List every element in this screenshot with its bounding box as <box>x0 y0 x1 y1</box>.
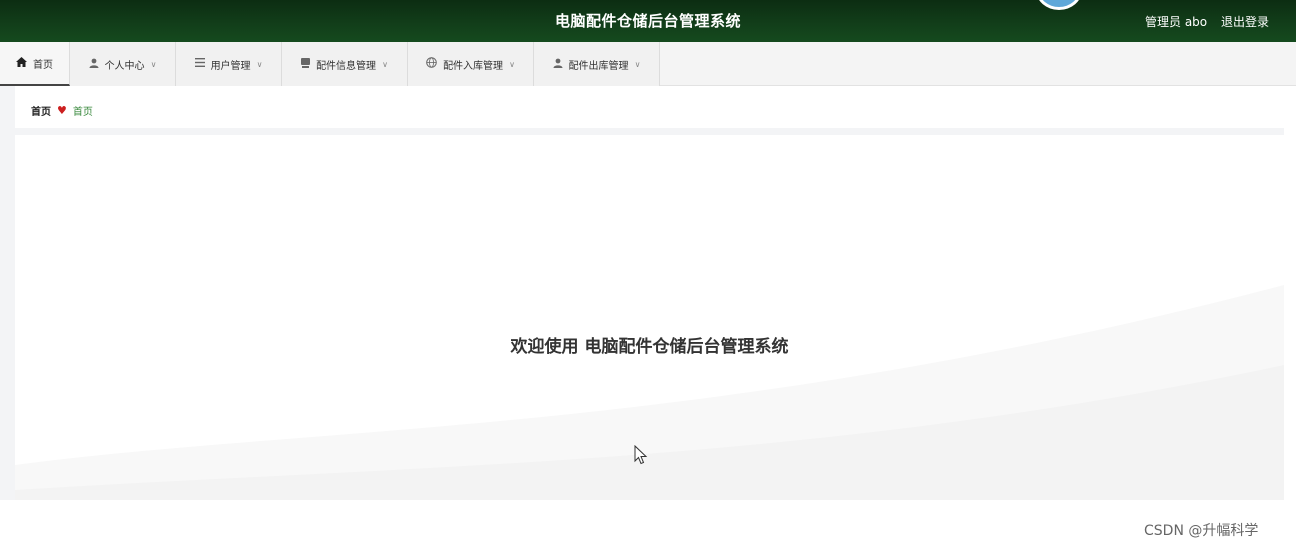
chevron-down-icon: ∨ <box>634 59 641 69</box>
nav-item-user-management[interactable]: 用户管理 ∨ <box>176 42 282 86</box>
breadcrumb-current: 首页 <box>72 106 93 118</box>
avatar[interactable] <box>1036 0 1082 10</box>
nav-item-home[interactable]: 首页 <box>0 42 70 86</box>
nav-item-parts-inbound[interactable]: 配件入库管理 ∨ <box>408 42 534 86</box>
breadcrumb-home[interactable]: 首页 <box>31 103 51 118</box>
nav-item-label: 用户管理 <box>210 60 251 72</box>
person-icon <box>553 58 563 71</box>
chevron-down-icon: ∨ <box>509 59 515 69</box>
list-icon <box>194 58 205 70</box>
nav-item-parts-outbound[interactable]: 配件出库管理 ∨ <box>534 42 660 86</box>
top-nav-bar: 首页 个人中心 ∨ 用户管理 ∨ 配件信息管理 ∨ 配件入库管理 ∨ 配件出库管… <box>0 42 1296 86</box>
app-title: 电脑配件仓储后台管理系统 <box>554 12 741 30</box>
heart-icon: ♥ <box>57 103 67 117</box>
nav-item-label: 首页 <box>33 59 53 71</box>
chevron-down-icon: ∨ <box>150 59 157 69</box>
user-icon <box>89 58 99 71</box>
breadcrumb: 首页 ♥ 首页 <box>15 92 1284 128</box>
top-header: 电脑配件仓储后台管理系统 管理员 abo 退出登录 <box>0 0 1296 42</box>
chevron-down-icon: ∨ <box>382 59 388 69</box>
current-user-label: 管理员 abo <box>1145 15 1208 29</box>
main-content: 欢迎使用 电脑配件仓储后台管理系统 <box>15 135 1284 500</box>
content-divider <box>15 128 1284 135</box>
background-wave <box>15 285 1284 500</box>
home-icon <box>16 56 27 70</box>
left-margin <box>0 86 15 500</box>
welcome-message: 欢迎使用 电脑配件仓储后台管理系统 <box>510 337 789 357</box>
nav-item-personal-center[interactable]: 个人中心 ∨ <box>70 42 176 86</box>
chevron-down-icon: ∨ <box>256 59 263 69</box>
nav-item-label: 配件出库管理 <box>568 60 629 72</box>
mouse-cursor-icon <box>634 445 648 465</box>
nav-item-label: 配件入库管理 <box>443 60 504 72</box>
watermark: CSDN @升幅科学 <box>1144 523 1259 539</box>
database-icon <box>301 57 311 71</box>
nav-item-parts-info[interactable]: 配件信息管理 ∨ <box>282 42 408 86</box>
logout-link[interactable]: 退出登录 <box>1221 13 1269 30</box>
nav-item-label: 配件信息管理 <box>316 60 377 72</box>
nav-item-label: 个人中心 <box>104 60 145 72</box>
globe-icon <box>426 57 437 71</box>
